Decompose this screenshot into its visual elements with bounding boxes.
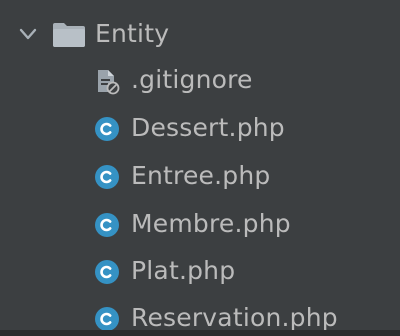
- chevron-down-icon[interactable]: [18, 24, 38, 44]
- file-node[interactable]: Membre.php: [0, 204, 400, 244]
- file-node[interactable]: Dessert.php: [0, 108, 400, 148]
- php-class-icon: [93, 163, 121, 191]
- file-label: .gitignore: [131, 65, 253, 94]
- ignored-file-icon: [93, 67, 121, 95]
- file-node[interactable]: Entree.php: [0, 156, 400, 196]
- scroll-edge: [0, 330, 400, 336]
- file-label: Membre.php: [131, 209, 291, 238]
- php-class-icon: [93, 258, 121, 286]
- file-label: Entree.php: [131, 161, 271, 190]
- file-node[interactable]: .gitignore: [0, 60, 400, 100]
- file-node[interactable]: Plat.php: [0, 251, 400, 291]
- php-class-icon: [93, 115, 121, 143]
- folder-label: Entity: [95, 19, 170, 48]
- file-label: Plat.php: [131, 256, 236, 285]
- project-tree: Entity .gitignore Dessert.php Entree.php Me…: [0, 0, 400, 336]
- folder-icon: [52, 22, 86, 48]
- php-class-icon: [93, 211, 121, 239]
- folder-node-entity[interactable]: Entity: [0, 14, 400, 54]
- php-class-icon: [93, 305, 121, 333]
- file-label: Dessert.php: [131, 113, 285, 142]
